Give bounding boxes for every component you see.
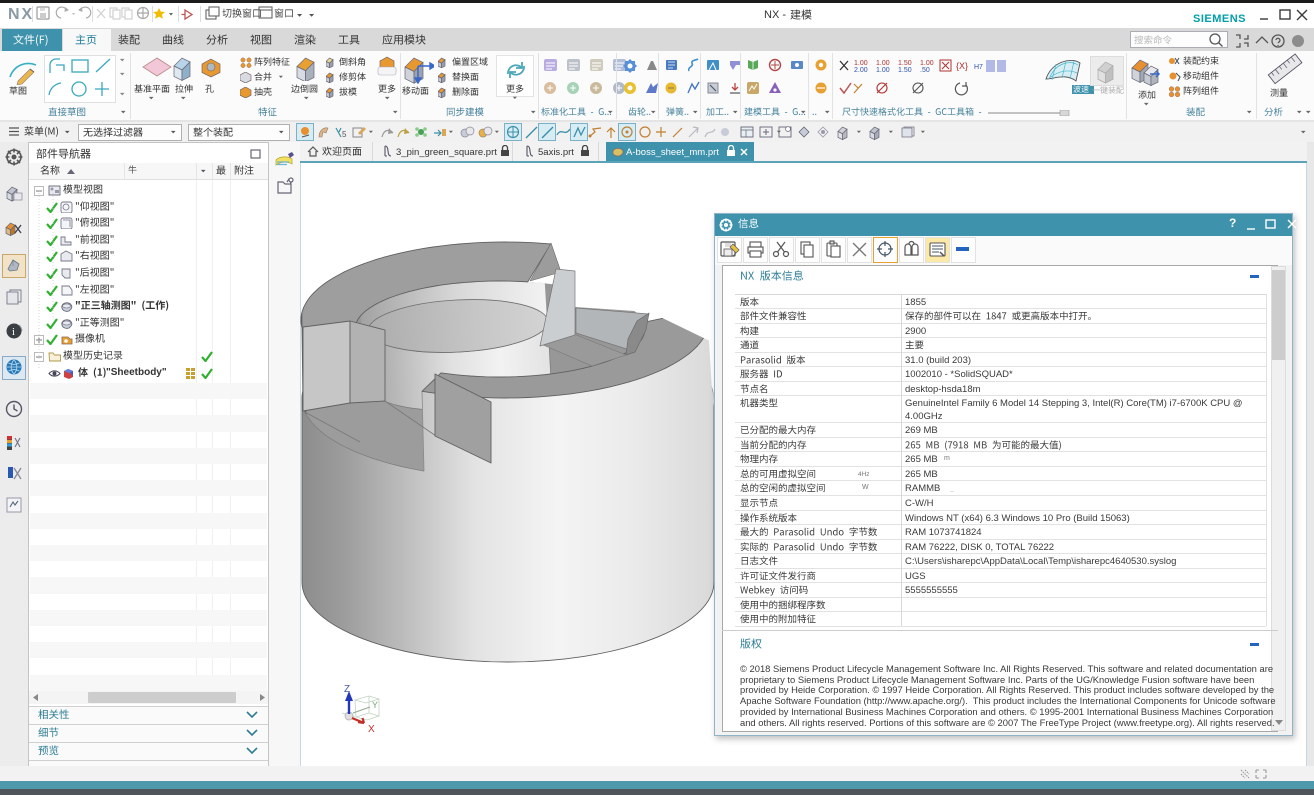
svg-text:Z: Z (344, 684, 350, 695)
svg-text:1.50: 1.50 (898, 67, 912, 74)
svg-text:{X}: {X} (956, 61, 968, 71)
svg-text:2.00: 2.00 (854, 67, 868, 74)
svg-text:H7: H7 (974, 64, 983, 71)
svg-text:i: i (12, 326, 15, 338)
svg-text:Y: Y (372, 700, 378, 710)
svg-text:1.00: 1.00 (876, 67, 890, 74)
svg-text:1.00: 1.00 (920, 60, 934, 67)
svg-text:X: X (368, 724, 375, 735)
svg-text:1.00: 1.00 (854, 60, 868, 67)
svg-text:1.00: 1.00 (876, 60, 890, 67)
svg-text:.50: .50 (920, 67, 930, 74)
svg-text:1.50: 1.50 (898, 60, 912, 67)
svg-text:5: 5 (342, 130, 347, 139)
